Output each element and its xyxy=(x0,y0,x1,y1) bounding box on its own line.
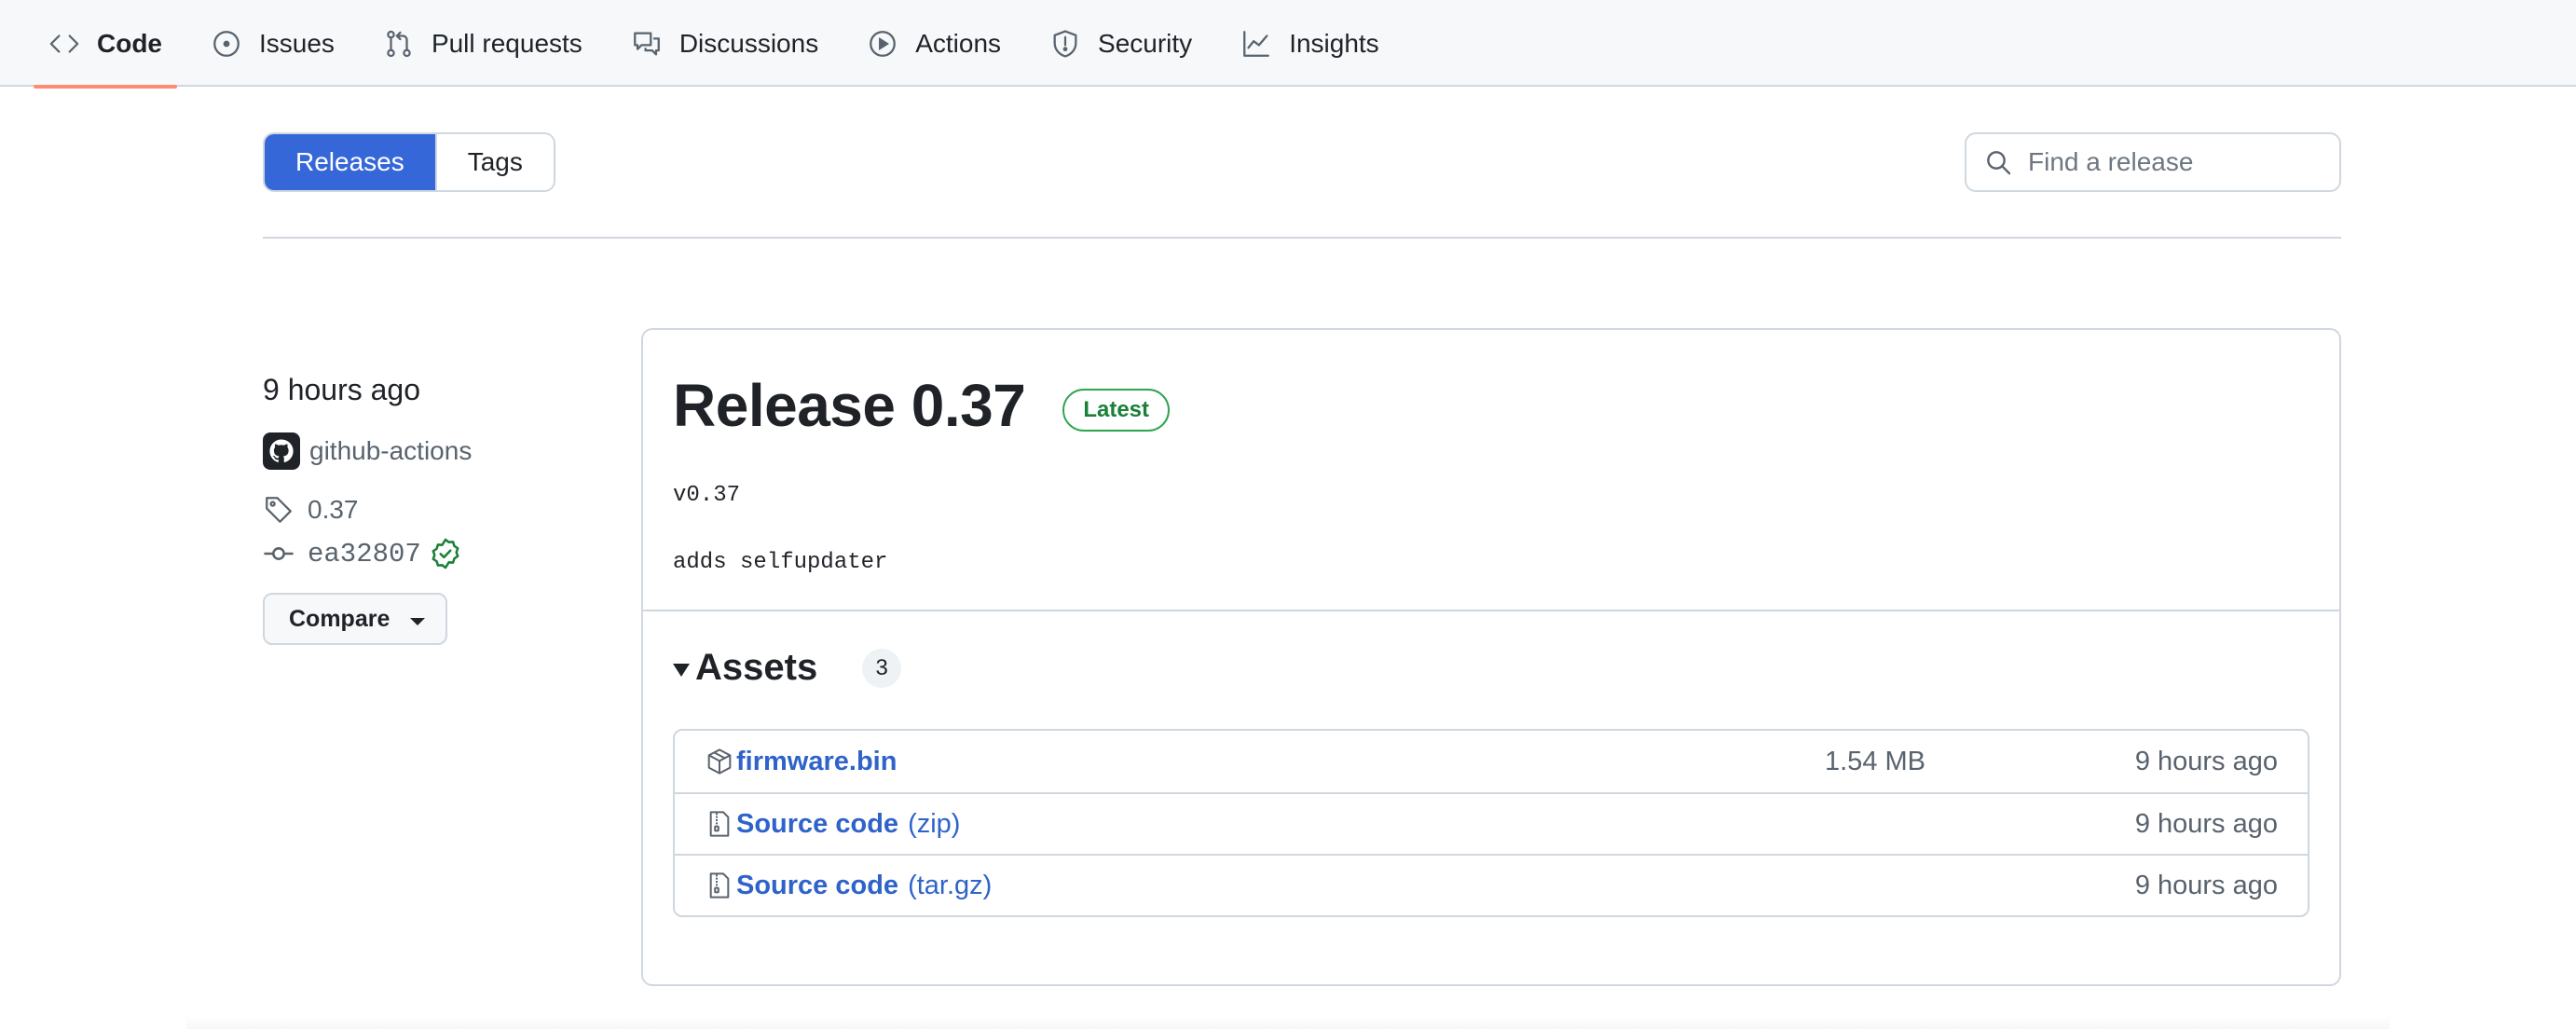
search-icon xyxy=(1983,147,2013,177)
release-commit[interactable]: ea32807 xyxy=(263,537,617,570)
tab-label: Pull requests xyxy=(431,28,582,58)
releases-tags-toggle: Releases Tags xyxy=(263,132,555,192)
verified-check-icon[interactable] xyxy=(429,537,462,570)
tab-actions[interactable]: Actions xyxy=(852,0,1016,87)
release-search xyxy=(1965,132,2341,192)
tab-issues[interactable]: Issues xyxy=(196,0,349,87)
tab-label: Issues xyxy=(259,28,335,58)
asset-format[interactable]: (zip) xyxy=(908,809,960,840)
tab-label: Code xyxy=(97,28,162,58)
asset-time: 9 hours ago xyxy=(2134,746,2278,776)
tags-button[interactable]: Tags xyxy=(434,134,554,190)
asset-link[interactable]: firmware.bin xyxy=(736,747,897,777)
shield-icon xyxy=(1049,28,1081,60)
release-meta: 9 hours ago github-actions 0.37 ea32807 … xyxy=(263,373,617,645)
tab-label: Security xyxy=(1098,28,1193,58)
tab-insights[interactable]: Insights xyxy=(1226,0,1394,87)
tab-code[interactable]: Code xyxy=(34,0,177,89)
asset-row: Source code (zip) 9 hours ago xyxy=(675,792,2308,854)
asset-link[interactable]: Source code xyxy=(736,871,898,901)
asset-format[interactable]: (tar.gz) xyxy=(908,871,992,901)
tab-label: Insights xyxy=(1289,28,1379,58)
release-note-line: v0.37 xyxy=(673,483,741,508)
release-note-line: adds selfupdater xyxy=(673,550,888,575)
asset-link[interactable]: Source code xyxy=(736,809,898,840)
repo-tabs: Code Issues Pull requests Discussions Ac… xyxy=(34,0,1413,89)
file-zip-icon xyxy=(705,870,734,901)
code-icon xyxy=(48,28,80,60)
tab-pull-requests[interactable]: Pull requests xyxy=(368,0,597,87)
compare-label: Compare xyxy=(289,605,391,632)
avatar xyxy=(263,432,300,470)
repo-nav: Code Issues Pull requests Discussions Ac… xyxy=(0,0,2576,89)
tab-security[interactable]: Security xyxy=(1035,0,1207,87)
github-mark-icon xyxy=(269,439,294,463)
asset-list: firmware.bin 1.54 MB 9 hours ago Source … xyxy=(673,729,2309,917)
comment-discussion-icon xyxy=(631,28,663,60)
git-pull-request-icon xyxy=(383,28,415,60)
divider xyxy=(643,610,2339,611)
issue-opened-icon xyxy=(211,28,242,60)
package-icon xyxy=(705,746,734,777)
tab-label: Discussions xyxy=(678,28,819,58)
asset-time: 9 hours ago xyxy=(2134,870,2278,900)
release-tag[interactable]: 0.37 xyxy=(263,494,617,526)
asset-size: 1.54 MB xyxy=(1825,746,1925,776)
git-commit-icon xyxy=(263,538,295,569)
assets-heading: Assets xyxy=(695,647,818,688)
latest-badge: Latest xyxy=(1062,389,1170,432)
chevron-down-icon xyxy=(410,618,426,625)
asset-row: firmware.bin 1.54 MB 9 hours ago xyxy=(675,731,2308,792)
release-author[interactable]: github-actions xyxy=(263,432,617,470)
file-zip-icon xyxy=(705,808,734,840)
triangle-down-icon xyxy=(673,663,690,677)
release-card: Release 0.37 Latest v0.37 adds selfupdat… xyxy=(641,328,2341,986)
page-bottom-edge xyxy=(186,1016,2390,1029)
release-notes: v0.37 adds selfupdater xyxy=(673,483,887,583)
graph-icon xyxy=(1240,28,1272,60)
divider xyxy=(263,237,2341,239)
search-input[interactable] xyxy=(2026,146,2324,178)
tag-name: 0.37 xyxy=(308,495,359,524)
author-name: github-actions xyxy=(309,436,473,465)
asset-row: Source code (tar.gz) 9 hours ago xyxy=(675,854,2308,915)
play-icon xyxy=(867,28,898,60)
tag-icon xyxy=(263,494,295,526)
release-title-row: Release 0.37 Latest xyxy=(673,371,1170,440)
tab-label: Actions xyxy=(915,28,1002,58)
assets-count: 3 xyxy=(862,648,902,688)
release-title[interactable]: Release 0.37 xyxy=(673,371,1026,440)
tab-discussions[interactable]: Discussions xyxy=(616,0,833,87)
compare-button[interactable]: Compare xyxy=(263,593,447,645)
assets-toggle[interactable]: Assets 3 xyxy=(673,647,902,689)
release-time: 9 hours ago xyxy=(263,373,421,406)
asset-time: 9 hours ago xyxy=(2134,808,2278,839)
releases-button[interactable]: Releases xyxy=(265,134,435,190)
commit-sha: ea32807 xyxy=(308,538,421,569)
